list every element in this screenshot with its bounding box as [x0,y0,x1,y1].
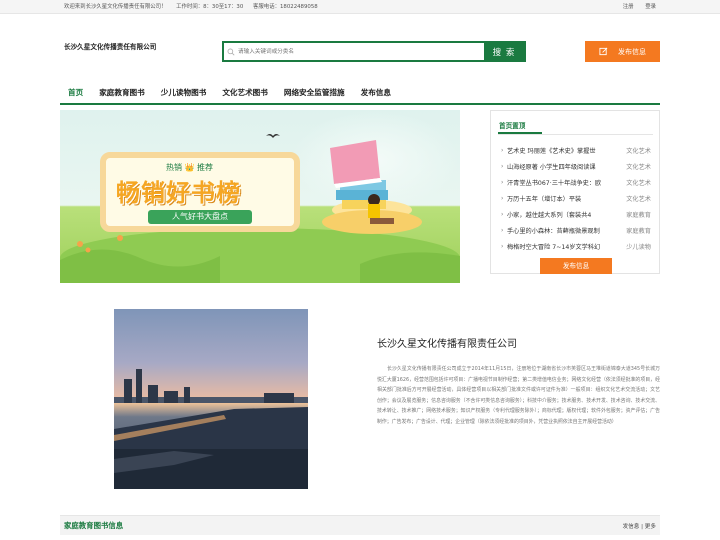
list-item[interactable]: › 万历十五年（增订本）平装 文化艺术 [501,190,653,206]
nav-item-publish[interactable]: 发布信息 [353,83,399,103]
city-skyline-image [114,369,308,489]
sidebar-publish-button[interactable]: 发布信息 [540,258,612,274]
section-title: 家庭教育图书信息 [64,521,124,530]
banner-subtitle: 人气好书大盘点 [148,210,252,224]
work-hours: 工作时间：8：30至17：30 [176,4,244,10]
list-item[interactable]: › 山海经原著 小学生四年级阅读课 文化艺术 [501,158,653,174]
company-name[interactable]: 长沙久星文化传播责任有限公司 [64,41,156,51]
section-header: 家庭教育图书信息 发信息 | 更多 [60,515,660,535]
city-photo [114,309,308,489]
edit-icon [599,47,608,56]
bestseller-board: 热销 👑 推荐 畅销好书榜 人气好书大盘点 [100,152,300,232]
nav-item-home[interactable]: 首页 [60,83,91,105]
publish-button[interactable]: 发布信息 [585,41,660,62]
search-input[interactable] [238,43,484,60]
list-item-title: 梅格时空大冒险 7~14岁文学科幻 [507,243,601,251]
search-button[interactable]: 搜 索 [484,43,524,60]
search-box: 搜 索 [222,41,526,62]
register-link[interactable]: 注册 [623,4,634,10]
list-item-title: 手心里的小森林：苔藓瓶微景观制 [507,227,600,235]
list-item-category: 文化艺术 [626,147,651,155]
login-link[interactable]: 登录 [645,4,656,10]
list-item[interactable]: › 手心里的小森林：苔藓瓶微景观制 家庭教育 [501,222,653,238]
publish-button-label: 发布信息 [618,47,646,56]
top-bar: 欢迎来到长沙久星文化传播责任有限公司！ 工作时间：8：30至17：30 客服电话… [0,0,720,14]
about-description: 长沙久星文化传播有限责任公司成立于2014年11月15日，注册地位于湖南省长沙市… [377,366,660,425]
list-item[interactable]: › 小家，越住越大系列（套装共4 家庭教育 [501,206,653,222]
top-bar-account: 注册 登录 [613,0,656,14]
welcome-text: 欢迎来到长沙久星文化传播责任有限公司！ [64,4,167,10]
banner-hot-label: 热销 👑 推荐 [166,163,214,172]
bird-icon [266,134,280,138]
divider [498,134,653,135]
list-item-category: 文化艺术 [626,195,651,203]
list-item[interactable]: › 梅格时空大冒险 7~14岁文学科幻 少儿读物 [501,238,653,254]
list-item-category: 少儿读物 [626,243,651,251]
nav-item-culture-art[interactable]: 文化艺术图书 [214,83,276,103]
list-item-category: 文化艺术 [626,163,651,171]
banner-title: 畅销好书榜 [116,179,241,207]
nav-item-family-education[interactable]: 家庭教育图书 [91,83,153,103]
list-item-category: 家庭教育 [626,211,651,219]
list-item-title: 小家，越住越大系列（套装共4 [507,211,592,219]
section-links[interactable]: 发信息 | 更多 [623,522,656,530]
list-item[interactable]: › 艺术史 玛丽莲《艺术史》掌握世 文化艺术 [501,142,653,158]
list-item-title: 山海经原著 小学生四年级阅读课 [507,163,596,171]
featured-list-panel: 首页置顶 › 艺术史 玛丽莲《艺术史》掌握世 文化艺术 › 山海经原著 小学生四年级阅… [490,110,660,274]
nav-item-network-security[interactable]: 网络安全监管措施 [276,83,353,103]
main-nav: 首页 家庭教育图书 少儿读物图书 文化艺术图书 网络安全监管措施 发布信息 [60,83,660,105]
promo-banner[interactable]: 热销 👑 推荐 畅销好书榜 人气好书大盘点 [60,110,460,283]
list-item-category: 文化艺术 [626,179,651,187]
book-stack-illustration [330,140,394,224]
list-item-title: 万历十五年（增订本）平装 [507,195,582,203]
featured-list-title: 首页置顶 [497,122,543,134]
list-item-title: 汗青堂丛书067·三十年战争史：欧 [507,179,602,187]
about-title: 长沙久星文化传播有限责任公司 [377,339,517,350]
top-bar-info: 欢迎来到长沙久星文化传播责任有限公司！ 工作时间：8：30至17：30 客服电话… [64,0,326,14]
list-item-category: 家庭教育 [626,227,651,235]
service-phone: 客服电话：18022489058 [253,4,318,10]
list-item-title: 艺术史 玛丽莲《艺术史》掌握世 [507,147,596,155]
search-icon [224,43,238,60]
nav-item-children-books[interactable]: 少儿读物图书 [153,83,215,103]
list-item[interactable]: › 汗青堂丛书067·三十年战争史：欧 文化艺术 [501,174,653,190]
